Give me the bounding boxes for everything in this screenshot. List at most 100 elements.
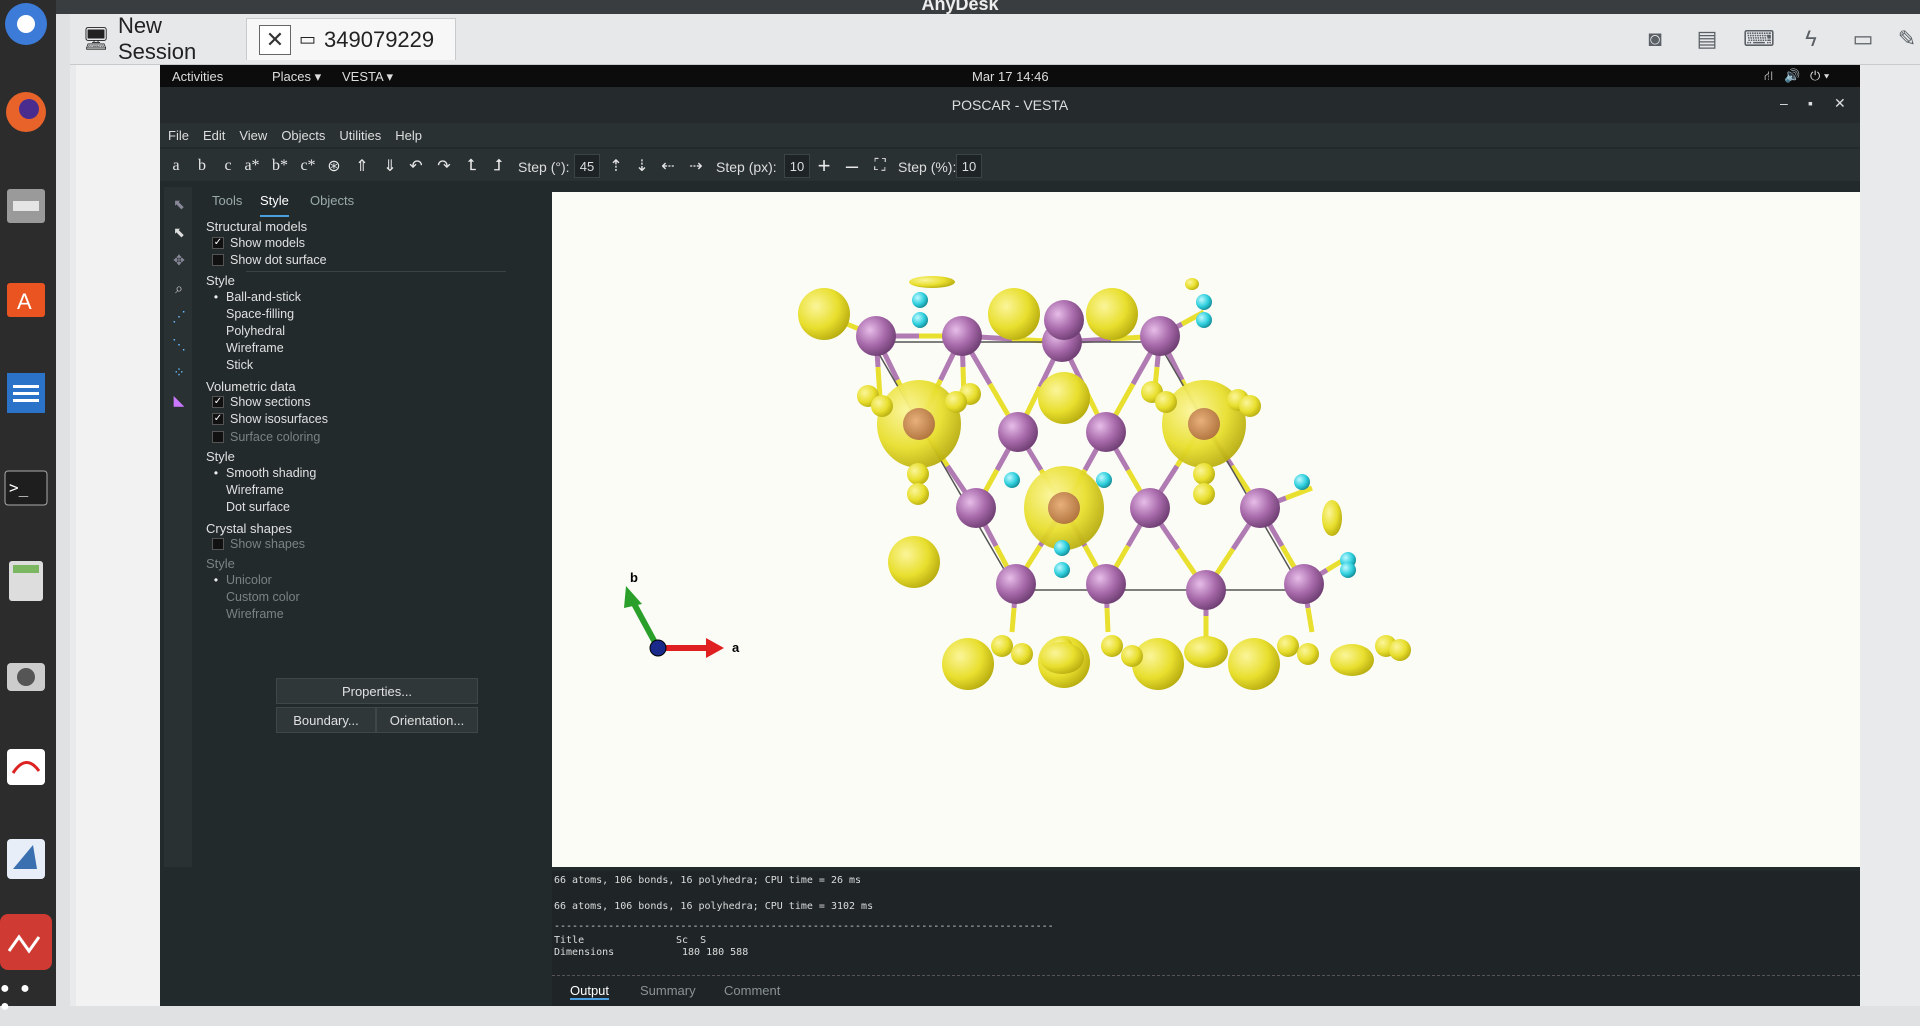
view-a-star-button[interactable]: a* [244, 155, 260, 177]
tab-new-session[interactable]: 🖥 New Session [70, 13, 242, 64]
ball-and-stick-radio[interactable]: • Ball-and-stick [212, 290, 301, 304]
show-shapes-checkbox[interactable]: Show shapes [212, 537, 305, 551]
custom-color-radio[interactable]: Custom color [212, 590, 300, 604]
rotate-ccw-icon[interactable]: ⮤ [464, 155, 480, 177]
polyhedral-radio[interactable]: Polyhedral [212, 324, 285, 338]
translate-down-icon[interactable]: ⇣ [634, 155, 650, 177]
show-sections-checkbox[interactable]: ✓ Show sections [212, 395, 311, 409]
plane-icon[interactable]: ◣ [168, 389, 190, 411]
show-dot-surface-checkbox[interactable]: Show dot surface [212, 253, 327, 267]
zoom-in-icon[interactable]: + [816, 153, 832, 178]
calculator-icon[interactable] [0, 552, 52, 608]
show-isosurfaces-checkbox[interactable]: ✓ Show isosurfaces [212, 412, 328, 426]
select-icon[interactable]: ⬉ [168, 193, 190, 215]
lightning-icon[interactable]: ϟ [1796, 24, 1826, 54]
dihedral-icon[interactable]: ⁘ [168, 361, 190, 383]
tab-style[interactable]: Style [260, 193, 289, 217]
tab-comment[interactable]: Comment [724, 983, 780, 998]
rotate-right-icon[interactable]: ↷ [436, 155, 452, 177]
menu-edit[interactable]: Edit [203, 128, 225, 143]
translate-icon[interactable]: ✥ [168, 249, 190, 271]
menu-view[interactable]: View [239, 128, 267, 143]
volume-icon[interactable]: 🔊 [1784, 68, 1800, 84]
surface-coloring-checkbox[interactable]: Surface coloring [212, 430, 320, 444]
files-icon[interactable] [0, 178, 52, 234]
cursor-icon[interactable]: ⬉ [168, 221, 190, 243]
view-b-button[interactable]: b [194, 155, 210, 177]
maximize-icon[interactable]: ▪ [1808, 95, 1813, 111]
close-icon[interactable]: ✕ [259, 24, 291, 55]
tab-tools[interactable]: Tools [212, 193, 242, 213]
tab-output[interactable]: Output [570, 983, 610, 1000]
step-pct-input[interactable]: 10 [956, 154, 982, 178]
tab-remote-session[interactable]: ✕ ▭ 349079229 [246, 18, 456, 60]
app-grid-icon[interactable]: ● ● ● [0, 970, 52, 1026]
translate-left-icon[interactable]: ⇠ [660, 155, 676, 177]
camera-icon[interactable] [0, 648, 52, 704]
monitor-icon[interactable]: ▭ [1848, 24, 1878, 54]
rotate-cw-icon[interactable]: ⮥ [490, 155, 506, 177]
firefox-icon[interactable] [0, 84, 52, 140]
structure-viewport[interactable]: b a [552, 192, 1860, 867]
space-filling-radio[interactable]: Space-filling [212, 307, 294, 321]
datetime[interactable]: Mar 17 14:46 [972, 69, 1049, 84]
close-icon[interactable]: ✕ [1834, 95, 1846, 112]
crystal-structure[interactable]: b a [552, 192, 1860, 867]
view-a-button[interactable]: a [168, 155, 184, 177]
orientation-button[interactable]: Orientation... [376, 707, 478, 733]
sulfur-isosurface [888, 536, 940, 588]
view-b-star-button[interactable]: b* [272, 155, 288, 177]
chat-icon[interactable]: ▤ [1692, 24, 1722, 54]
translate-right-icon[interactable]: ⇢ [688, 155, 704, 177]
angle-icon[interactable]: ⋱ [168, 333, 190, 355]
rotate-up-icon[interactable]: ⇑ [354, 155, 370, 177]
app-menu[interactable]: VESTA ▾ [342, 69, 393, 85]
view-c-button[interactable]: c [220, 155, 236, 177]
menu-utilities[interactable]: Utilities [339, 128, 381, 143]
unicolor-radio[interactable]: • Unicolor [212, 573, 272, 587]
power-icon[interactable]: ⏻ ▾ [1810, 68, 1829, 84]
pen-icon[interactable]: ✎ [1892, 24, 1920, 54]
chromium-icon[interactable] [0, 0, 52, 52]
tab-summary[interactable]: Summary [640, 983, 696, 998]
pdf-viewer-icon[interactable] [0, 738, 52, 794]
stick-radio[interactable]: Stick [212, 358, 253, 372]
magnify-icon[interactable]: ⌕ [168, 277, 190, 299]
output-log[interactable]: 66 atoms, 106 bonds, 16 polyhedra; CPU t… [552, 871, 1860, 1006]
writer-icon[interactable] [0, 364, 52, 420]
vesta-icon[interactable] [0, 830, 52, 886]
fit-view-icon[interactable]: ⛶ [872, 155, 888, 177]
smooth-shading-radio[interactable]: • Smooth shading [212, 466, 316, 480]
show-models-checkbox[interactable]: ✓ Show models [212, 236, 305, 250]
translate-up-icon[interactable]: ⇡ [608, 155, 624, 177]
network-icon[interactable]: ⛙ [1764, 68, 1773, 86]
a-axis-arrowhead [706, 638, 724, 658]
tab-objects[interactable]: Objects [310, 193, 354, 213]
properties-button[interactable]: Properties... [276, 678, 478, 704]
zoom-out-icon[interactable]: – [844, 153, 860, 178]
menu-file[interactable]: File [168, 128, 189, 143]
anydesk-icon[interactable] [0, 914, 52, 970]
menu-help[interactable]: Help [395, 128, 422, 143]
rotate-down-icon[interactable]: ⇓ [382, 155, 398, 177]
wireframe-radio[interactable]: Wireframe [212, 341, 284, 355]
view-c-star-button[interactable]: c* [300, 155, 316, 177]
rotate-left-icon[interactable]: ↶ [408, 155, 424, 177]
terminal-icon[interactable]: >_ [0, 460, 52, 516]
activities-button[interactable]: Activities [172, 69, 223, 84]
keyboard-icon[interactable]: ⌨ [1743, 24, 1775, 54]
dot-surface-radio[interactable]: Dot surface [212, 500, 290, 514]
software-center-icon[interactable]: A [0, 270, 52, 326]
step-deg-input[interactable]: 45 [574, 154, 600, 178]
step-px-input[interactable]: 10 [784, 154, 810, 178]
distance-icon[interactable]: ⋰ [168, 305, 190, 327]
style-panel: Tools Style Objects Structural models ✓ S… [200, 187, 510, 867]
minimize-icon[interactable]: – [1780, 95, 1788, 111]
places-menu[interactable]: Places ▾ [272, 69, 321, 85]
display-icon[interactable]: ◙ [1640, 24, 1670, 54]
menu-objects[interactable]: Objects [281, 128, 325, 143]
reset-view-icon[interactable]: ⊛ [326, 155, 342, 177]
wireframe-surface-radio[interactable]: Wireframe [212, 483, 284, 497]
boundary-button[interactable]: Boundary... [276, 707, 376, 733]
wireframe-shape-radio[interactable]: Wireframe [212, 607, 284, 621]
